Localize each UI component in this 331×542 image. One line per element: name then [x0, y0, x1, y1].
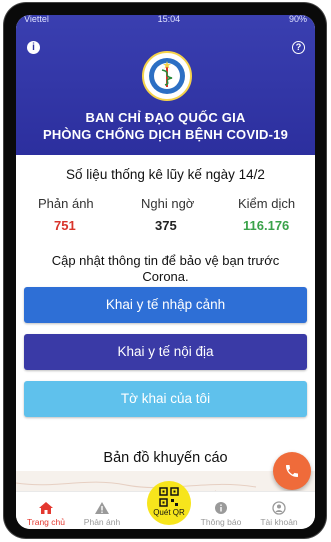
nav-account[interactable]: Tài khoản: [251, 501, 307, 527]
map-title: Bản đồ khuyến cáo: [103, 450, 228, 466]
stat-label-suspected: Nghi ngờ: [141, 196, 195, 211]
domestic-declaration-button[interactable]: Khai y tế nội địa: [24, 334, 307, 370]
phone-icon: [286, 465, 298, 477]
stat-value-reports: 751: [54, 218, 76, 233]
stat-value-quarantine: 116.176: [243, 218, 290, 233]
info-icon[interactable]: i: [27, 41, 40, 54]
help-icon[interactable]: ?: [292, 41, 305, 54]
status-bar: Viettel 15:04 90%: [16, 15, 315, 27]
stat-label-quarantine: Kiểm dịch: [238, 196, 296, 211]
header-title-line1: BAN CHỈ ĐẠO QUỐC GIA: [85, 110, 246, 125]
nav-scan-qr[interactable]: Quét QR: [147, 481, 191, 525]
app-screen: Viettel 15:04 90% i ? BAN CHỈ ĐẠO QUỐC G…: [16, 15, 315, 529]
phone-frame: Viettel 15:04 90% i ? BAN CHỈ ĐẠO QUỐC G…: [4, 3, 326, 538]
app-header: Viettel 15:04 90% i ? BAN CHỈ ĐẠO QUỐC G…: [16, 15, 315, 155]
nav-notifications-label: Thông báo: [200, 517, 242, 527]
my-declarations-button[interactable]: Tờ khai của tôi: [24, 381, 307, 417]
caduceus-icon: [149, 58, 185, 94]
account-icon: [272, 501, 286, 515]
nav-reports[interactable]: Phản ánh: [74, 501, 130, 527]
qr-icon: [159, 487, 179, 507]
carrier-label: Viettel: [24, 15, 49, 24]
bottom-navigation: Trang chủ Phản ánh Quét QR Thông báo Tài…: [16, 481, 315, 529]
nav-account-label: Tài khoản: [260, 517, 298, 527]
nav-home[interactable]: Trang chủ: [18, 501, 74, 527]
nav-notifications[interactable]: Thông báo: [193, 501, 249, 527]
entry-declaration-button[interactable]: Khai y tế nhập cảnh: [24, 287, 307, 323]
nav-reports-label: Phản ánh: [83, 517, 121, 527]
home-icon: [39, 502, 53, 514]
nav-home-label: Trang chủ: [27, 517, 65, 527]
stat-label-reports: Phản ánh: [38, 196, 94, 211]
warning-icon: [95, 502, 109, 514]
clock-label: 15:04: [157, 15, 181, 24]
stats-title: Số liệu thống kê lũy kế ngày 14/2: [66, 167, 265, 182]
info-circle-icon: [215, 502, 227, 514]
header-title-line2: PHÒNG CHỐNG DỊCH BỆNH COVID-19: [42, 127, 289, 142]
nav-scan-qr-label: Quét QR: [153, 508, 185, 517]
stat-value-suspected: 375: [155, 218, 177, 233]
battery-label: 90%: [288, 15, 307, 24]
call-hotline-button[interactable]: [273, 452, 311, 490]
update-message: Cập nhật thông tin để bảo vệ bạn trước C…: [51, 253, 280, 284]
ministry-logo: [142, 51, 192, 101]
